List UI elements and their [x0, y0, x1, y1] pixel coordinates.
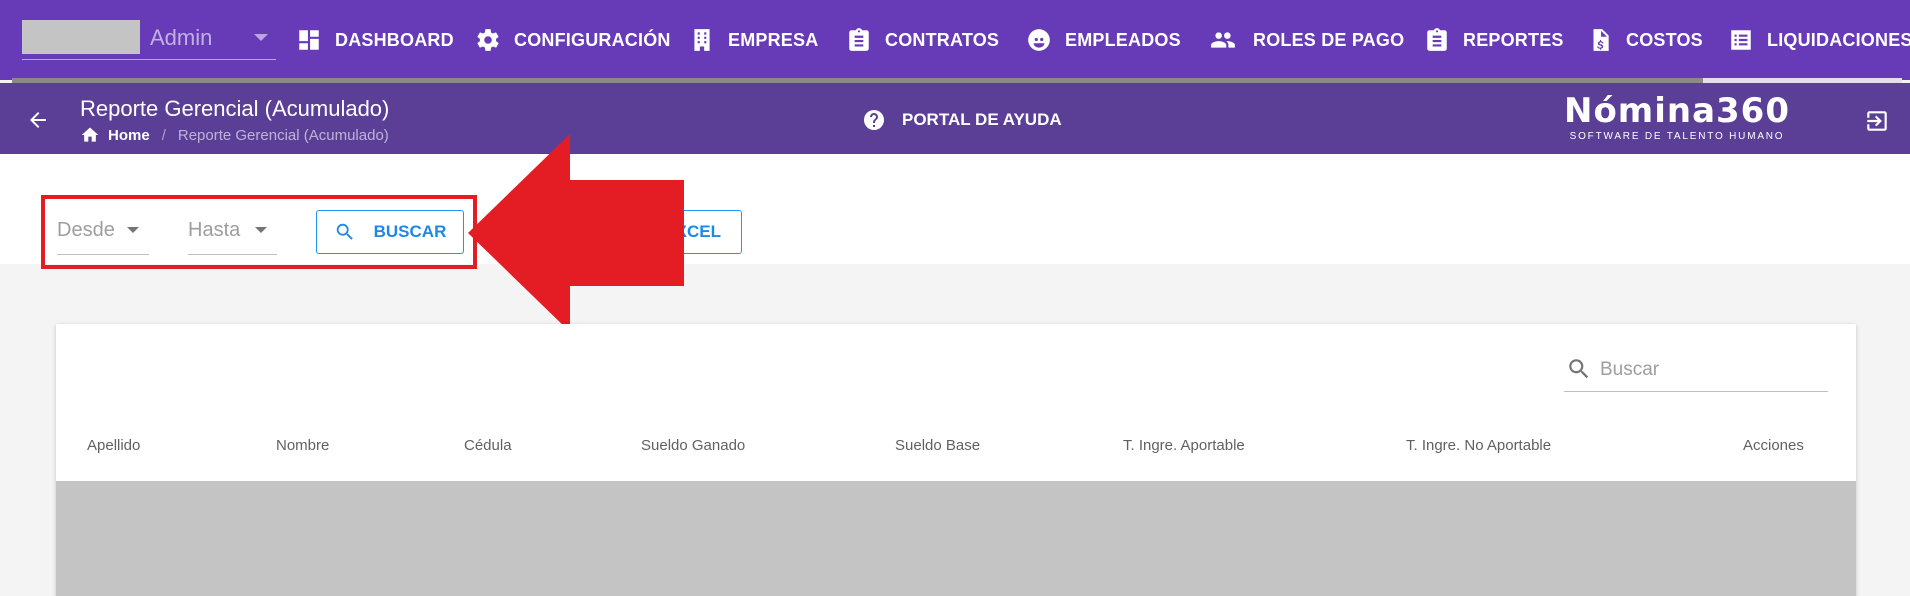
nav-empleados[interactable]: EMPLEADOS — [1026, 20, 1181, 60]
breadcrumb: Home / Reporte Gerencial (Acumulado) — [80, 125, 389, 145]
nav-costos[interactable]: COSTOS — [1587, 20, 1703, 60]
nav-label: EMPLEADOS — [1065, 29, 1181, 50]
search-icon — [1569, 359, 1589, 379]
clipboard-icon — [1427, 28, 1447, 51]
home-icon — [81, 127, 99, 142]
user-menu[interactable]: Admin — [22, 18, 276, 60]
column-header-apellido[interactable]: Apellido — [87, 437, 140, 454]
search-input[interactable] — [1600, 356, 1820, 384]
help-label: PORTAL DE AYUDA — [902, 110, 1062, 129]
help-portal-link[interactable]: PORTAL DE AYUDA — [862, 108, 1062, 132]
avatar — [22, 20, 140, 54]
nav-label: DASHBOARD — [335, 29, 454, 50]
nav-label: CONTRATOS — [885, 29, 1000, 50]
column-header-cedula[interactable]: Cédula — [464, 437, 512, 454]
chevron-down-icon — [254, 34, 268, 41]
annotation-highlight — [41, 195, 477, 269]
column-header-sueldo-ganado[interactable]: Sueldo Ganado — [641, 437, 745, 454]
back-arrow-icon[interactable] — [26, 108, 50, 132]
user-name: Admin — [150, 25, 213, 50]
column-header-sueldo-base[interactable]: Sueldo Base — [895, 437, 980, 454]
nav-dashboard[interactable]: DASHBOARD — [296, 20, 454, 60]
nav-liquidaciones[interactable]: LIQUIDACIONES — [1728, 20, 1910, 60]
annotation-arrow — [468, 134, 684, 332]
column-header-ingresos-aportable[interactable]: T. Ingre. Aportable — [1123, 437, 1245, 454]
table-search[interactable] — [1564, 354, 1828, 392]
list-icon — [1731, 30, 1751, 50]
users-icon — [1211, 32, 1235, 48]
dashboard-icon — [299, 30, 319, 50]
face-icon — [1028, 29, 1050, 51]
nav-reportes[interactable]: REPORTES — [1424, 20, 1564, 60]
building-icon — [694, 29, 710, 51]
nav-label: LIQUIDACIONES — [1767, 29, 1910, 50]
clipboard-icon — [849, 28, 869, 51]
logout-icon[interactable] — [1864, 108, 1890, 134]
nav-label: ROLES DE PAGO — [1253, 29, 1405, 50]
nav-configuracion[interactable]: CONFIGURACIÓN — [475, 20, 671, 60]
column-header-nombre[interactable]: Nombre — [276, 437, 329, 454]
nav-label: REPORTES — [1463, 29, 1564, 50]
logo-tagline: SOFTWARE DE TALENTO HUMANO — [1569, 131, 1785, 142]
nav-roles-de-pago[interactable]: ROLES DE PAGO — [1206, 20, 1404, 60]
breadcrumb-current: Reporte Gerencial (Acumulado) — [177, 126, 389, 144]
breadcrumb-separator: / — [161, 126, 166, 144]
invoice-dollar-icon — [1593, 29, 1609, 51]
nav-label: COSTOS — [1626, 29, 1703, 50]
column-header-acciones: Acciones — [1743, 437, 1804, 454]
column-header-ingresos-no-aportable[interactable]: T. Ingre. No Aportable — [1406, 437, 1551, 454]
nav-contratos[interactable]: CONTRATOS — [846, 20, 999, 60]
table-body-placeholder — [56, 481, 1856, 596]
brand-logo: Nómina360 SOFTWARE DE TALENTO HUMANO — [1562, 92, 1792, 142]
logo-wordmark: Nómina360 — [1563, 91, 1790, 131]
page-title: Reporte Gerencial (Acumulado) — [80, 96, 390, 121]
nav-label: CONFIGURACIÓN — [514, 29, 671, 50]
gear-icon — [477, 29, 499, 51]
nav-label: EMPRESA — [728, 29, 819, 50]
breadcrumb-home[interactable]: Home — [108, 127, 150, 144]
help-icon — [864, 110, 884, 130]
nav-empresa[interactable]: EMPRESA — [689, 20, 818, 60]
